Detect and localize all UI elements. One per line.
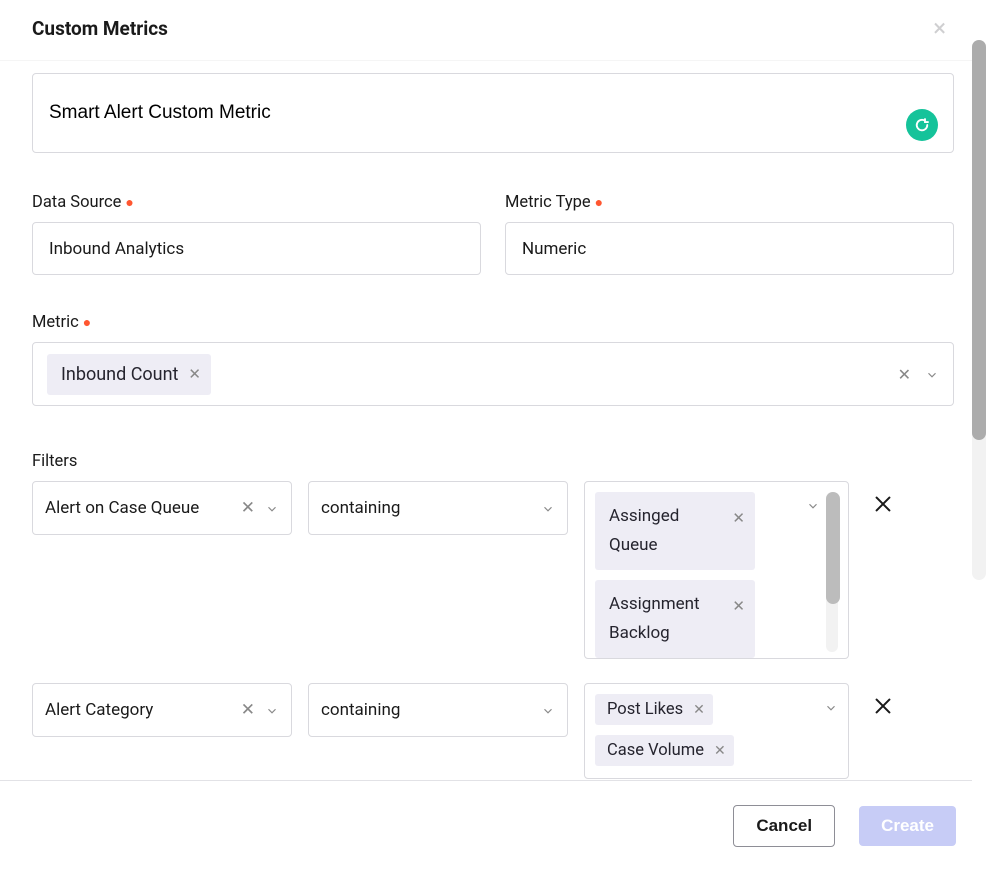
row-source-type: Data Source● Inbound Analytics Metric Ty… <box>32 193 954 275</box>
filter-value-label: Assinged Queue <box>609 502 722 560</box>
filter-attribute-value: Alert Category <box>45 700 235 720</box>
filter-value-label: Case Volume <box>607 741 704 760</box>
modal-body[interactable]: Data Source● Inbound Analytics Metric Ty… <box>0 60 986 780</box>
modal-scroll-thumb[interactable] <box>972 40 986 440</box>
filter-value-label: Assignment Backlog <box>609 590 722 648</box>
metric-type-value: Numeric <box>522 239 586 259</box>
metric-field: Metric● Inbound Count ✕ ✕ <box>32 313 954 406</box>
filter-value-chip: Assignment Backlog ✕ <box>595 580 755 658</box>
delete-filter-button[interactable] <box>865 683 901 717</box>
clear-icon[interactable]: ✕ <box>898 365 911 384</box>
chip-remove-icon[interactable]: ✕ <box>714 743 726 759</box>
filter-operator-value: containing <box>321 700 400 720</box>
delete-filter-button[interactable] <box>865 481 901 515</box>
close-icon[interactable]: × <box>925 16 954 40</box>
cancel-button[interactable]: Cancel <box>733 805 835 847</box>
filter-attribute-select[interactable]: Alert Category ✕ <box>32 683 292 737</box>
metric-chip-label: Inbound Count <box>61 364 178 385</box>
data-source-value: Inbound Analytics <box>49 239 184 259</box>
metric-label: Metric● <box>32 313 954 332</box>
data-source-label-text: Data Source <box>32 193 121 212</box>
chevron-down-icon[interactable] <box>541 703 555 717</box>
filter-value-label: Post Likes <box>607 700 683 719</box>
metric-select[interactable]: Inbound Count ✕ ✕ <box>32 342 954 406</box>
filter-operator-value: containing <box>321 498 400 518</box>
modal-header: Custom Metrics × <box>0 0 986 60</box>
create-button[interactable]: Create <box>859 806 956 846</box>
filters-label: Filters <box>32 452 954 471</box>
chevron-down-icon[interactable] <box>824 700 838 766</box>
grammarly-icon[interactable] <box>906 109 938 141</box>
filter-row: Alert on Case Queue ✕ containing <box>32 481 954 659</box>
chip-remove-icon[interactable]: ✕ <box>188 365 201 383</box>
required-dot-icon: ● <box>595 195 603 211</box>
filter-value-chip: Assinged Queue ✕ <box>595 492 755 570</box>
filter-values-select[interactable]: Post Likes ✕ Case Volume ✕ <box>584 683 849 779</box>
chevron-down-icon[interactable] <box>265 501 279 515</box>
clear-icon[interactable]: ✕ <box>241 498 255 518</box>
filter-value-chip: Post Likes ✕ <box>595 694 713 725</box>
filter-operator-select[interactable]: containing <box>308 683 568 737</box>
chip-remove-icon[interactable]: ✕ <box>693 702 705 718</box>
chevron-down-icon[interactable] <box>265 703 279 717</box>
modal-scroll-track <box>972 40 986 580</box>
clear-icon[interactable]: ✕ <box>241 700 255 720</box>
filter-row: Alert Category ✕ containing <box>32 683 954 779</box>
filter-value-chip: Case Volume ✕ <box>595 735 734 766</box>
filter-attribute-select[interactable]: Alert on Case Queue ✕ <box>32 481 292 535</box>
filter-values-select[interactable]: Assinged Queue ✕ Assignment Backlog ✕ <box>584 481 849 659</box>
data-source-label: Data Source● <box>32 193 481 212</box>
metric-label-text: Metric <box>32 313 79 332</box>
data-source-field: Data Source● Inbound Analytics <box>32 193 481 275</box>
filter-operator-select[interactable]: containing <box>308 481 568 535</box>
metric-name-input[interactable] <box>32 73 954 153</box>
chevron-down-icon[interactable] <box>541 501 555 515</box>
modal-title: Custom Metrics <box>32 17 168 40</box>
required-dot-icon: ● <box>83 315 91 331</box>
custom-metrics-modal: Custom Metrics × Data Source● Inbound An… <box>0 0 986 870</box>
values-scroll-thumb[interactable] <box>826 492 840 604</box>
data-source-select[interactable]: Inbound Analytics <box>32 222 481 275</box>
chip-remove-icon[interactable]: ✕ <box>732 506 745 532</box>
metric-chip: Inbound Count ✕ <box>47 354 211 395</box>
required-dot-icon: ● <box>125 195 133 211</box>
name-field-wrap <box>32 61 954 153</box>
metric-type-label-text: Metric Type <box>505 193 591 212</box>
filters-section: Filters Alert on Case Queue ✕ containing <box>32 452 954 779</box>
metric-type-field: Metric Type● Numeric <box>505 193 954 275</box>
chip-remove-icon[interactable]: ✕ <box>732 594 745 620</box>
metric-type-select[interactable]: Numeric <box>505 222 954 275</box>
chevron-down-icon[interactable] <box>925 367 939 381</box>
values-scrollbar[interactable] <box>826 492 838 652</box>
metric-type-label: Metric Type● <box>505 193 954 212</box>
chevron-down-icon[interactable] <box>806 498 820 652</box>
modal-scrollbar[interactable] <box>972 0 986 870</box>
modal-footer: Cancel Create <box>0 780 986 870</box>
filter-attribute-value: Alert on Case Queue <box>45 498 235 518</box>
